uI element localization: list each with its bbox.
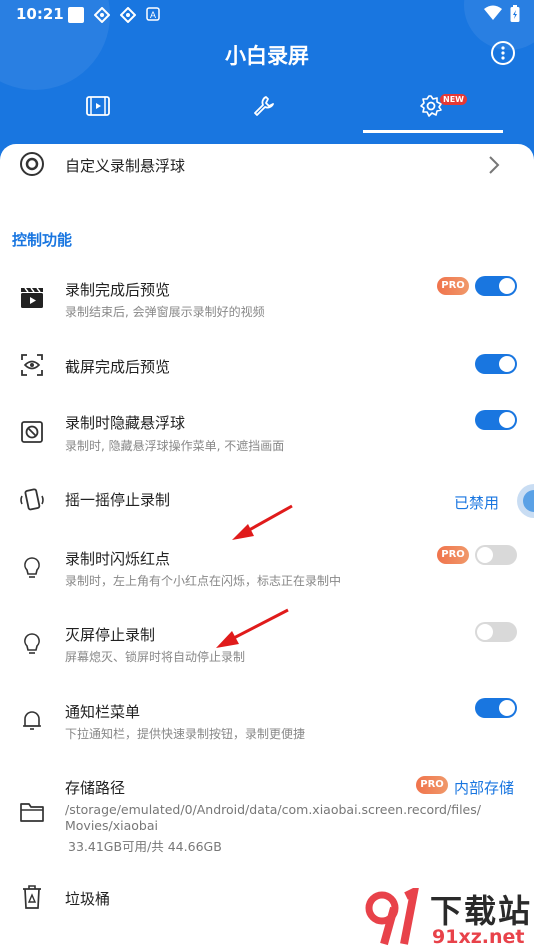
bell-icon (18, 706, 46, 734)
setting-row-notification-menu[interactable]: 通知栏菜单 下拉通知栏，提供快速录制按钮，录制更便捷 (0, 692, 534, 748)
setting-title: 通知栏菜单 (65, 703, 141, 721)
notification-square-icon (68, 7, 84, 23)
watermark-domain: 91xz.net (432, 926, 525, 948)
chevron-right-icon (489, 156, 500, 174)
setting-title: 存储路径 (65, 779, 126, 797)
status-system-icons (484, 5, 520, 23)
wifi-icon (484, 5, 502, 20)
folder-icon (18, 798, 46, 826)
setting-title: 灭屏停止录制 (65, 626, 156, 644)
disabled-status-link[interactable]: 已禁用 (454, 492, 499, 513)
target-icon (18, 150, 46, 178)
tab-tools[interactable] (246, 92, 282, 120)
setting-title: 录制完成后预览 (65, 281, 171, 299)
lightbulb-icon (18, 630, 46, 658)
notification-app-icon (94, 7, 110, 23)
toggle-switch[interactable] (475, 622, 517, 642)
setting-row-storage-path[interactable]: 存储路径 /storage/emulated/0/Android/data/co… (0, 770, 534, 856)
section-title: 控制功能 (12, 231, 73, 249)
annotation-arrow-icon (232, 504, 293, 540)
toggle-switch[interactable] (475, 545, 517, 565)
setting-title: 截屏完成后预览 (65, 358, 171, 376)
info-button[interactable] (490, 40, 516, 70)
floating-ball-label: 自定义录制悬浮球 (65, 157, 186, 175)
watermark-91-logo-icon (365, 888, 419, 946)
video-tab-icon (86, 96, 110, 116)
storage-path-line1: /storage/emulated/0/Android/data/com.xia… (65, 802, 481, 817)
battery-icon (510, 5, 520, 22)
setting-title: 录制时闪烁红点 (65, 550, 171, 568)
status-time: 10:21 (16, 5, 64, 23)
new-badge: NEW (440, 94, 467, 105)
setting-subtitle: 下拉通知栏，提供快速录制按钮，录制更便捷 (65, 727, 306, 741)
info-icon (491, 41, 515, 65)
notification-a-icon: A (146, 7, 160, 21)
toggle-switch[interactable] (475, 276, 517, 296)
internal-storage-link[interactable]: 内部存储 (454, 777, 514, 798)
app-title: 小白录屏 (225, 44, 309, 68)
setting-subtitle: 录制时，左上角有个小红点在闪烁，标志正在录制中 (65, 574, 342, 588)
setting-subtitle: 录制结束后, 会弹窗展示录制好的视频 (65, 305, 265, 319)
edge-floating-ball[interactable] (517, 484, 534, 518)
setting-subtitle: 录制时, 隐藏悬浮球操作菜单, 不遮挡画面 (65, 439, 285, 453)
floating-ball-row[interactable]: 自定义录制悬浮球 (0, 144, 534, 188)
setting-row-preview-after-recording[interactable]: 录制完成后预览 录制结束后, 会弹窗展示录制好的视频 PRO (0, 270, 534, 326)
setting-title: 垃圾桶 (65, 890, 111, 908)
status-bar: 10:21 A (0, 0, 534, 30)
toggle-switch[interactable] (475, 354, 517, 374)
pro-badge: PRO (437, 546, 469, 564)
setting-title: 录制时隐藏悬浮球 (65, 414, 186, 432)
setting-row-preview-after-screenshot[interactable]: 截屏完成后预览 (0, 348, 534, 382)
trash-icon (18, 883, 46, 911)
toggle-switch[interactable] (475, 410, 517, 430)
annotation-arrow-icon (216, 608, 289, 648)
lightbulb-icon (18, 554, 46, 582)
notification-app-icon (120, 7, 136, 23)
watermark-logo: 下载站 91xz.net (364, 884, 534, 950)
status-notification-icons: A (68, 7, 160, 23)
storage-path-line2: Movies/xiaobai (65, 818, 158, 833)
screenshot-eye-icon (18, 351, 46, 379)
shake-phone-icon (18, 486, 46, 514)
setting-title: 摇一摇停止录制 (65, 491, 171, 509)
clapperboard-icon (18, 283, 46, 311)
active-tab-indicator (363, 130, 503, 133)
tab-videos[interactable] (80, 92, 116, 120)
pro-badge: PRO (437, 277, 469, 295)
storage-capacity: 33.41GB可用/共 44.66GB (68, 839, 222, 854)
toggle-switch[interactable] (475, 698, 517, 718)
pro-badge: PRO (416, 776, 448, 794)
setting-row-blink-red-dot[interactable]: 录制时闪烁红点 录制时，左上角有个小红点在闪烁，标志正在录制中 PRO (0, 540, 534, 596)
wrench-tab-icon (254, 96, 274, 116)
hidden-ball-icon (18, 418, 46, 446)
setting-row-hide-floating-ball[interactable]: 录制时隐藏悬浮球 录制时, 隐藏悬浮球操作菜单, 不遮挡画面 (0, 404, 534, 460)
svg-text:A: A (150, 10, 156, 20)
